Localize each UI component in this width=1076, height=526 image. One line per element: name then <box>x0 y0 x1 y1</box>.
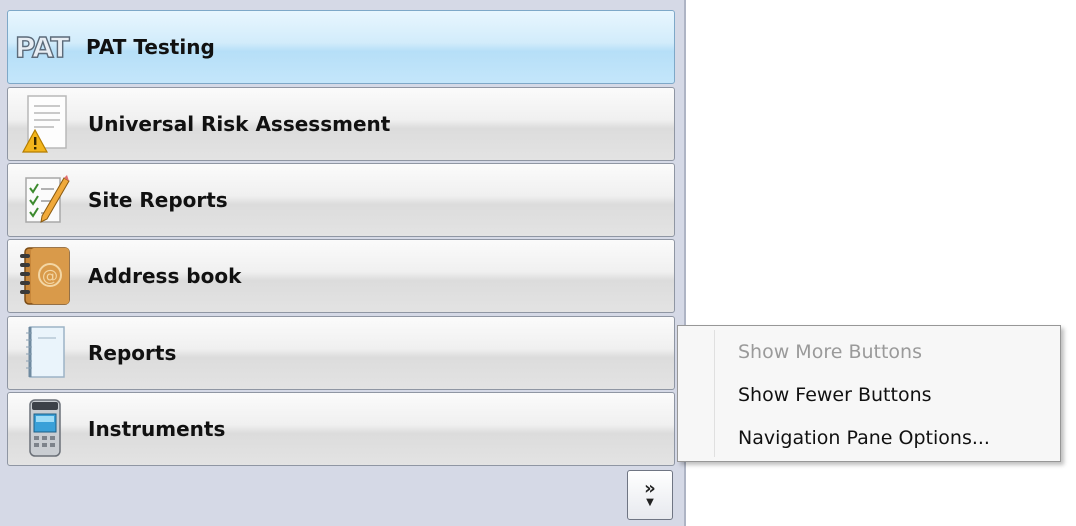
risk-document-icon <box>14 91 76 157</box>
nav-button-site-reports[interactable]: Site Reports <box>7 163 675 237</box>
nav-label-universal-risk-assessment: Universal Risk Assessment <box>88 112 391 136</box>
navigation-pane: PAT PAT Testing Universal Risk Assessmen… <box>0 0 686 526</box>
menu-icon-gutter <box>714 330 715 457</box>
menu-item-show-more-buttons: Show More Buttons <box>738 341 922 363</box>
configure-buttons-button[interactable]: » ▼ <box>627 470 673 520</box>
nav-label-address-book: Address book <box>88 264 242 288</box>
nav-label-pat-testing: PAT Testing <box>86 35 215 59</box>
nav-button-reports[interactable]: Reports <box>7 316 675 390</box>
checklist-pencil-icon <box>14 167 76 233</box>
navigation-pane-context-menu: Show More Buttons Show Fewer Buttons Nav… <box>677 325 1061 462</box>
address-book-icon: @ <box>14 243 76 309</box>
nav-button-pat-testing[interactable]: PAT PAT Testing <box>7 10 675 84</box>
nav-label-instruments: Instruments <box>88 417 226 441</box>
chevron-double-right-icon: » <box>644 478 656 499</box>
menu-item-show-fewer-buttons[interactable]: Show Fewer Buttons <box>738 377 932 413</box>
notepad-icon <box>14 320 76 386</box>
nav-button-address-book[interactable]: @ Address book <box>7 239 675 313</box>
svg-text:PAT: PAT <box>15 31 69 64</box>
tester-device-icon <box>14 396 76 462</box>
nav-label-reports: Reports <box>88 341 177 365</box>
svg-text:@: @ <box>42 266 58 285</box>
menu-item-navigation-pane-options[interactable]: Navigation Pane Options... <box>738 420 990 456</box>
pat-logo-icon: PAT <box>12 14 82 80</box>
nav-label-site-reports: Site Reports <box>88 188 228 212</box>
chevron-down-icon: ▼ <box>646 497 654 508</box>
nav-button-universal-risk-assessment[interactable]: Universal Risk Assessment <box>7 87 675 161</box>
nav-button-instruments[interactable]: Instruments <box>7 392 675 466</box>
